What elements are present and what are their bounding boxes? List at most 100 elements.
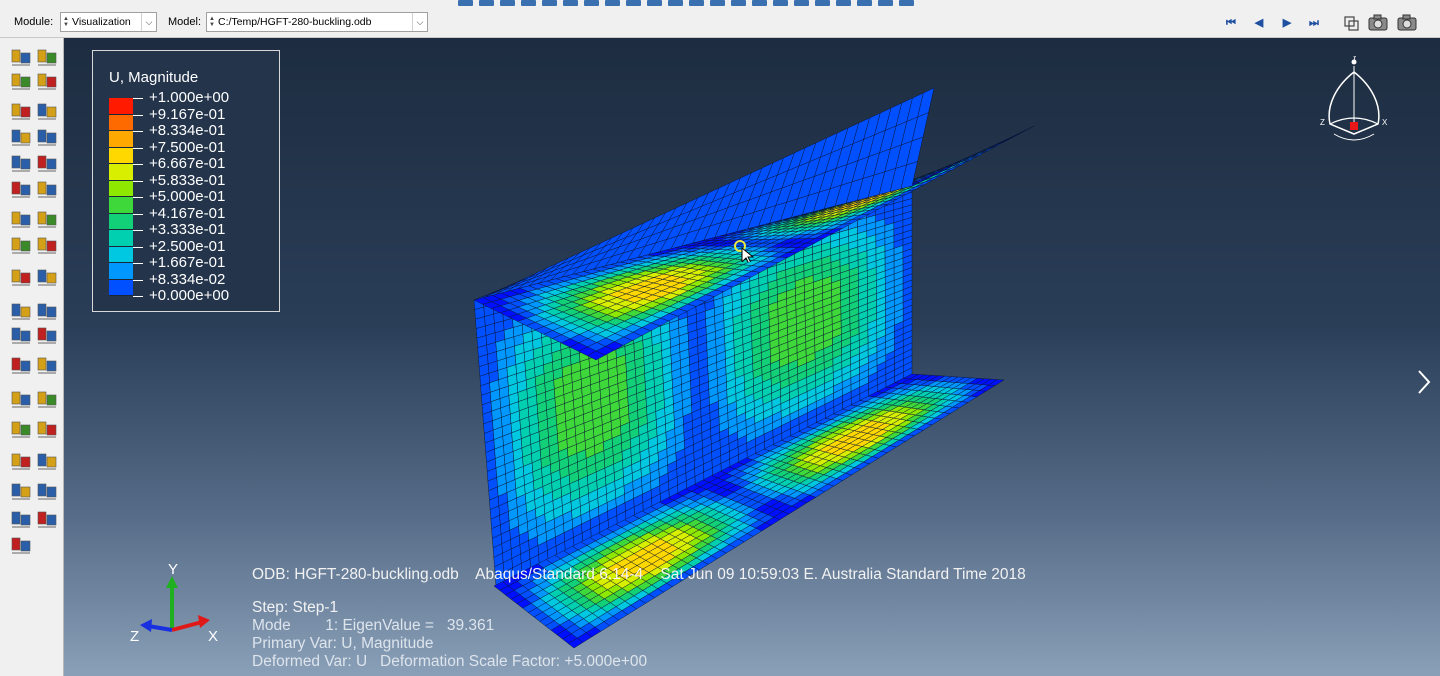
- toolbox-tool-icon[interactable]: [10, 388, 32, 410]
- triad-y-label: Y: [168, 561, 178, 578]
- toolbox-tool-icon[interactable]: [10, 354, 32, 376]
- toolbar-icon[interactable]: [605, 0, 620, 6]
- legend-tick: [133, 230, 143, 231]
- first-frame-button[interactable]: ⏮: [1222, 15, 1240, 31]
- legend-tick: [133, 296, 143, 297]
- view-cube-y-label: Y: [1352, 56, 1358, 62]
- toolbox-tool-icon[interactable]: [36, 70, 58, 92]
- toolbar-icon[interactable]: [899, 0, 914, 6]
- toolbox-tool-icon[interactable]: [10, 300, 32, 322]
- model-select[interactable]: ▲ ▼ C:/Temp/HGFT-280-buckling.odb ⌵: [206, 12, 428, 32]
- toolbar-icon[interactable]: [836, 0, 851, 6]
- toolbox-tool-icon[interactable]: [10, 46, 32, 68]
- toolbox-tool-icon[interactable]: [10, 234, 32, 256]
- legend-tick: [133, 279, 143, 281]
- toolbar-icon[interactable]: [710, 0, 725, 6]
- toolbox-tool-icon[interactable]: [10, 508, 32, 530]
- legend-value: +2.500e-01: [149, 237, 226, 255]
- animation-options-icon[interactable]: [1342, 14, 1362, 32]
- toolbar-icon[interactable]: [794, 0, 809, 6]
- contour-legend: U, Magnitude +1.000e+00 +9.167e-01 +8.334e…: [92, 50, 280, 312]
- toolbar-icon[interactable]: [647, 0, 662, 6]
- toolbar-icon[interactable]: [878, 0, 893, 6]
- toolbox-tool-icon[interactable]: [36, 234, 58, 256]
- toolbox-tool-icon[interactable]: [10, 178, 32, 200]
- toolbar-icon[interactable]: [752, 0, 767, 6]
- toolbar-icon[interactable]: [584, 0, 599, 6]
- toolbox-tool-icon[interactable]: [10, 324, 32, 346]
- toolbox-tool-icon[interactable]: [10, 266, 32, 288]
- toolbar-icon[interactable]: [458, 0, 473, 6]
- toolbar-icon[interactable]: [542, 0, 557, 6]
- legend-tick: [133, 263, 143, 264]
- toolbar-icon[interactable]: [815, 0, 830, 6]
- toolbox-tool-icon[interactable]: [10, 70, 32, 92]
- toolbox-tool-icon[interactable]: [36, 46, 58, 68]
- triad-x-label: X: [208, 628, 218, 645]
- toolbox-tool-icon[interactable]: [36, 178, 58, 200]
- toolbox-tool-icon[interactable]: [10, 534, 32, 556]
- viewport[interactable]: U, Magnitude +1.000e+00 +9.167e-01 +8.334e…: [64, 38, 1440, 676]
- camera-icon[interactable]: [1368, 14, 1388, 32]
- toolbox-tool-icon[interactable]: [36, 450, 58, 472]
- toolbar-icon[interactable]: [773, 0, 788, 6]
- view-cube-x-label: X: [1382, 118, 1388, 127]
- last-frame-button[interactable]: ⏭: [1305, 15, 1323, 31]
- top-toolbar-icons[interactable]: [458, 0, 943, 7]
- toolbox-tool-icon[interactable]: [36, 208, 58, 230]
- toolbox-tool-icon[interactable]: [10, 208, 32, 230]
- toolbar-icon[interactable]: [689, 0, 704, 6]
- module-select[interactable]: ▲ ▼ Visualization ⌵: [60, 12, 157, 32]
- triad-z-label: Z: [130, 628, 139, 645]
- toolbox-tool-icon[interactable]: [36, 152, 58, 174]
- toolbox-tool-icon[interactable]: [36, 300, 58, 322]
- toolbar-icon[interactable]: [668, 0, 683, 6]
- toolbox-tool-icon[interactable]: [36, 418, 58, 440]
- toolbar-icon[interactable]: [479, 0, 494, 6]
- toolbar-icon[interactable]: [500, 0, 515, 6]
- toolbox-tool-icon[interactable]: [36, 354, 58, 376]
- legend-color-band: [109, 213, 133, 230]
- toolbox-tool-icon[interactable]: [10, 418, 32, 440]
- toolbar-icon[interactable]: [521, 0, 536, 6]
- toolbar-icon[interactable]: [626, 0, 641, 6]
- toolbox-tool-icon[interactable]: [36, 324, 58, 346]
- coordinate-triad-icon: Y Z X: [130, 561, 218, 645]
- legend-color-band: [109, 246, 133, 263]
- view-cube-icon[interactable]: Y Z X: [1316, 56, 1396, 146]
- toolbox-tool-icon[interactable]: [10, 480, 32, 502]
- toolbar-icon[interactable]: [563, 0, 578, 6]
- chevron-right-icon[interactable]: [1416, 368, 1432, 396]
- chevron-down-icon[interactable]: ⌵: [141, 13, 156, 31]
- spin-icon: ▲ ▼: [63, 16, 69, 28]
- legend-value: +5.000e-01: [149, 188, 226, 205]
- legend-color-band: [109, 164, 133, 181]
- step-info-line: Step: Step-1: [252, 599, 339, 616]
- legend-tick: [133, 131, 143, 132]
- chevron-down-icon[interactable]: ⌵: [412, 13, 427, 31]
- toolbar-icon[interactable]: [731, 0, 746, 6]
- toolbox-tool-icon[interactable]: [10, 126, 32, 148]
- toolbox-tool-icon[interactable]: [36, 266, 58, 288]
- toolbox-tool-icon[interactable]: [36, 126, 58, 148]
- toolbox: [0, 38, 64, 676]
- legend-color-band: [109, 114, 133, 131]
- model-label: Model:: [168, 16, 202, 28]
- toolbar-icon[interactable]: [857, 0, 872, 6]
- toolbox-tool-icon[interactable]: [10, 450, 32, 472]
- camera-options-icon[interactable]: [1397, 14, 1417, 32]
- legend-tick: [133, 246, 143, 248]
- toolbox-tool-icon[interactable]: [10, 152, 32, 174]
- legend-title: U, Magnitude: [109, 69, 199, 86]
- toolbox-tool-icon[interactable]: [36, 480, 58, 502]
- toolbox-tool-icon[interactable]: [36, 388, 58, 410]
- module-label: Module:: [14, 16, 54, 28]
- previous-frame-button[interactable]: ◀: [1250, 15, 1268, 31]
- next-frame-button[interactable]: ▶: [1278, 15, 1296, 31]
- toolbox-tool-icon[interactable]: [10, 100, 32, 122]
- legend-tick: [133, 180, 143, 182]
- legend-value: +0.000e+00: [149, 287, 230, 304]
- toolbox-tool-icon[interactable]: [36, 508, 58, 530]
- toolbox-tool-icon[interactable]: [36, 100, 58, 122]
- legend-color-band: [109, 263, 133, 280]
